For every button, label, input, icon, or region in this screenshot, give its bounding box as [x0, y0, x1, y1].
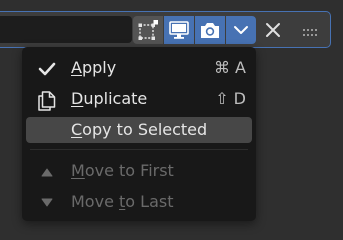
menu-item-label: Apply — [71, 58, 117, 77]
shortcut-label: ⌘ A — [213, 58, 246, 77]
menu-item-copy-to-selected[interactable]: Copy to Selected — [26, 117, 252, 143]
modifier-name-field[interactable] — [0, 16, 132, 43]
menu-item-move-to-last[interactable]: Move to Last — [26, 189, 252, 215]
render-toggle[interactable] — [195, 16, 225, 44]
chevron-down-icon — [234, 26, 248, 34]
menu-item-apply[interactable]: Apply ⌘ A — [26, 55, 252, 81]
menu-item-label: Duplicate — [71, 89, 148, 108]
modifier-header — [0, 11, 331, 48]
drag-handle[interactable] — [301, 24, 321, 36]
drag-handle-icon — [303, 29, 317, 36]
remove-modifier-button[interactable] — [262, 18, 284, 42]
checkmark-icon — [36, 58, 58, 80]
menu-item-label: Move to Last — [71, 192, 174, 211]
monitor-icon — [169, 21, 189, 39]
menu-item-label: Copy to Selected — [71, 120, 208, 139]
menu-separator — [30, 149, 248, 150]
extras-dropdown-button[interactable] — [226, 16, 256, 44]
triangle-down-icon — [36, 192, 58, 214]
edit-mode-toggle[interactable] — [133, 16, 163, 44]
triangle-up-icon — [36, 161, 58, 183]
menu-item-duplicate[interactable]: Duplicate ⇧ D — [26, 86, 252, 112]
menu-item-label: Move to First — [71, 161, 174, 180]
modifier-extras-menu: Apply ⌘ A Duplicate ⇧ D Copy to Selected… — [22, 47, 256, 221]
close-icon — [266, 23, 280, 37]
edit-mode-icon — [138, 20, 158, 40]
menu-item-move-to-first[interactable]: Move to First — [26, 158, 252, 184]
duplicate-icon — [36, 89, 58, 111]
shortcut-label: ⇧ D — [215, 89, 246, 108]
viewport-display-toggle[interactable] — [164, 16, 194, 44]
camera-icon — [201, 23, 219, 38]
